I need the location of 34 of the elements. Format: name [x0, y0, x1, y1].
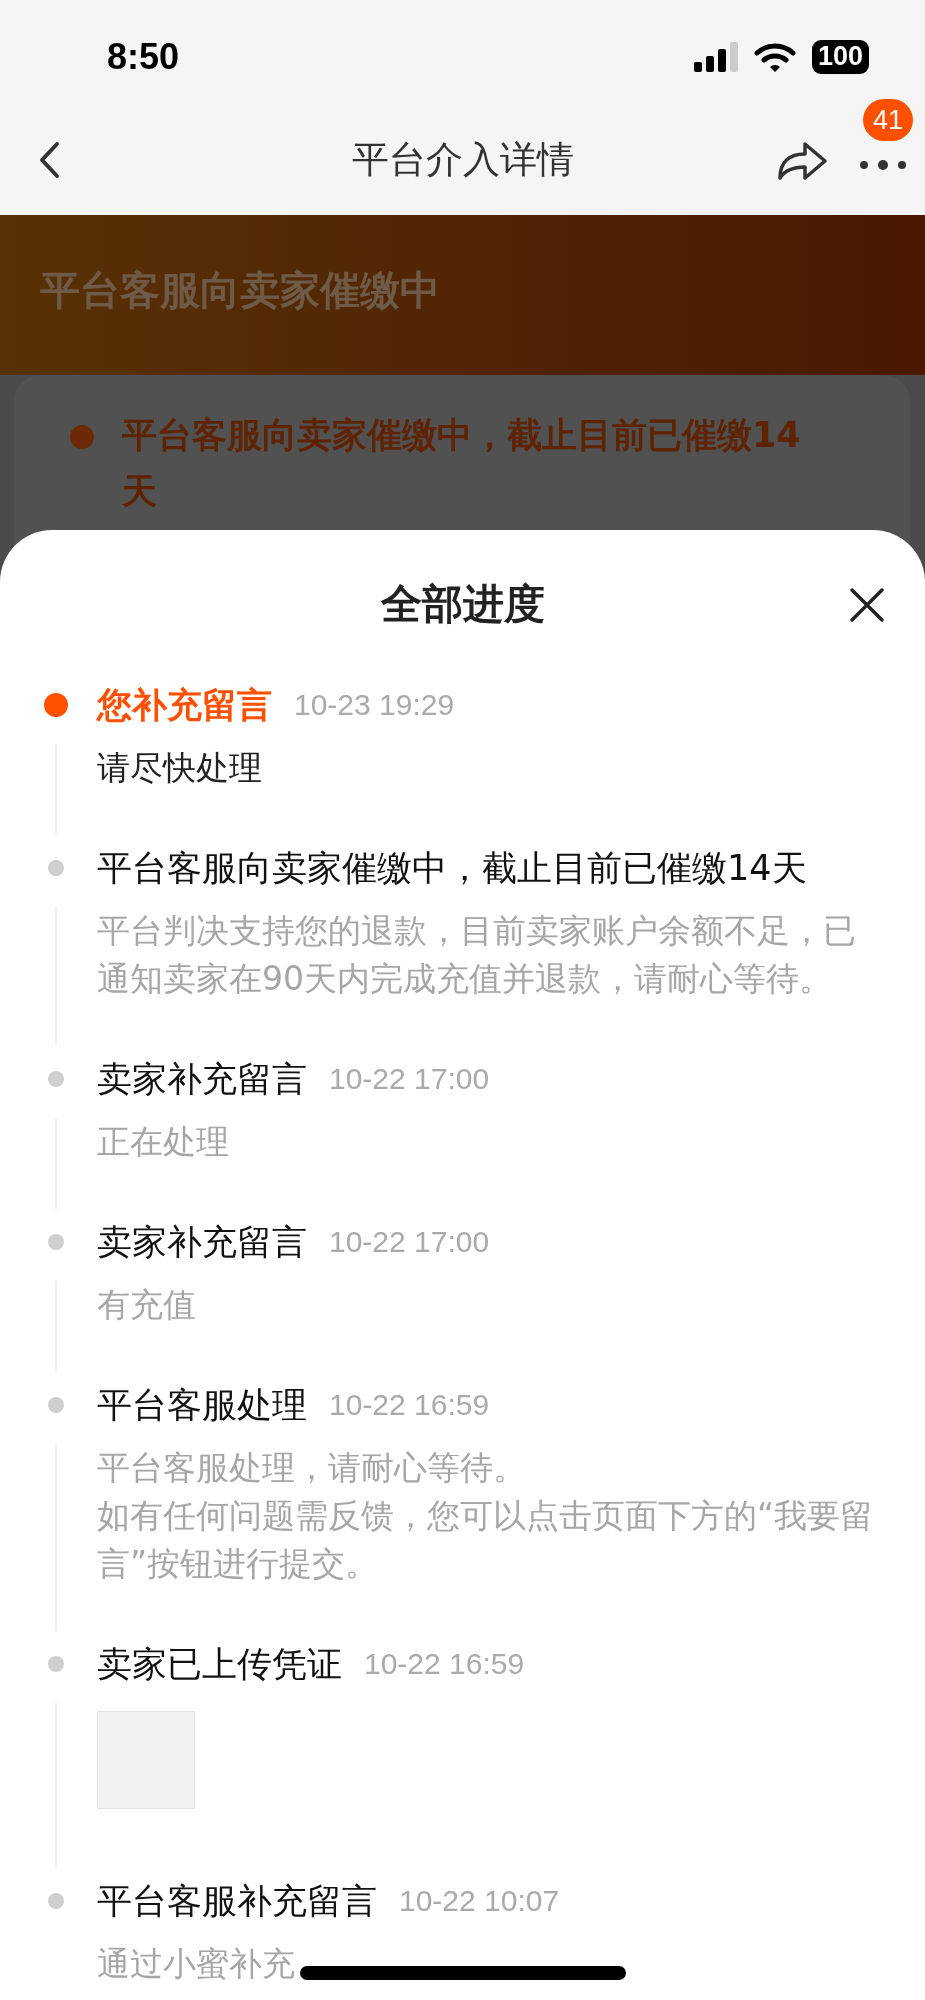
event-title: 卖家补充留言	[97, 1220, 307, 1264]
clock-time: 8:50	[107, 35, 180, 78]
event-message: 有充值	[97, 1284, 196, 1326]
notification-count: 41	[863, 99, 914, 141]
event-title: 您补充留言	[97, 683, 272, 727]
event-time: 10-22 10:07	[399, 1884, 560, 1918]
bullet-dot	[70, 425, 94, 449]
more-icon[interactable]	[859, 159, 907, 171]
event-message: 请尽快处理	[97, 747, 262, 789]
event-time: 10-22 17:00	[329, 1225, 490, 1259]
event-time: 10-22 17:00	[329, 1062, 490, 1096]
page-title: 平台介入详情	[350, 137, 575, 183]
event-time: 10-23 19:29	[294, 688, 455, 722]
event-time: 10-22 16:59	[329, 1388, 490, 1422]
event-message: 平台判决支持您的退款，目前卖家账户余额不足，已通知卖家在90天内完成充值并退款，请耐心等待。	[97, 910, 857, 1000]
more-icon	[860, 160, 906, 170]
signal-icon	[693, 41, 738, 72]
status-text: 平台客服向卖家催缴中，截止目前已催缴14天	[122, 414, 802, 513]
event-title: 平台客服向卖家催缴中，截止目前已催缴14天	[97, 846, 807, 890]
event-message: 通过小蜜补充	[97, 1943, 295, 1985]
battery-indicator: 100	[811, 39, 869, 74]
event-message: 平台客服处理，请耐心等待。	[97, 1447, 526, 1489]
close-icon[interactable]	[849, 587, 885, 623]
event-title: 卖家补充留言	[97, 1057, 307, 1101]
event-message: 如有任何问题需反馈，您可以点击页面下方的“我要留言”按钮进行提交。	[97, 1495, 875, 1585]
back-icon[interactable]	[38, 141, 60, 179]
event-title: 平台客服补充留言	[97, 1879, 377, 1923]
event-message: 正在处理	[97, 1121, 229, 1163]
event-title: 平台客服处理	[97, 1383, 307, 1427]
event-title: 卖家已上传凭证	[97, 1642, 342, 1686]
event-time: 10-22 16:59	[364, 1647, 525, 1681]
image-thumbnail[interactable]	[97, 1711, 195, 1809]
sheet-title: 全部进度	[380, 578, 545, 630]
status-heading: 平台客服向卖家催缴中	[40, 266, 441, 315]
